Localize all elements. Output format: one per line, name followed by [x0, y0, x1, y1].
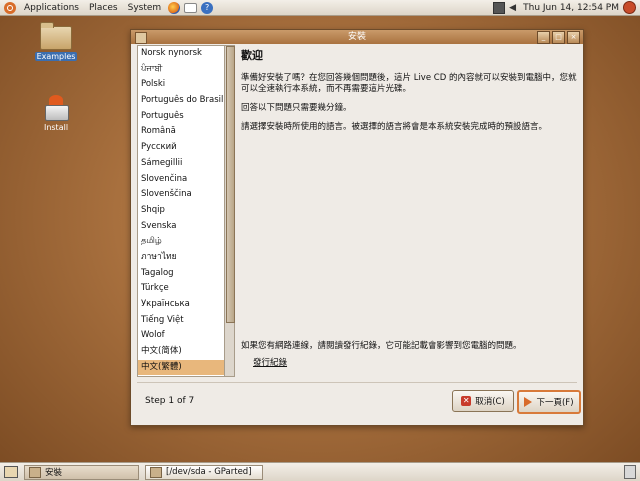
language-scrollbar[interactable]	[224, 45, 235, 377]
welcome-paragraph-2: 回答以下問題只需要幾分鐘。	[241, 103, 352, 113]
system-tray: ◀ Thu Jun 14, 12:54 PM	[493, 1, 640, 14]
volume-icon[interactable]: ◀	[509, 3, 519, 13]
window-menu-icon[interactable]	[135, 32, 147, 44]
language-item[interactable]: Română	[138, 124, 224, 140]
language-item[interactable]: Slovenčina	[138, 172, 224, 188]
desktop-icon-examples[interactable]: Examples	[34, 22, 78, 61]
language-item[interactable]: Українська	[138, 297, 224, 313]
taskbar-item-label: [/dev/sda - GParted]	[166, 467, 252, 477]
language-item[interactable]: Português	[138, 109, 224, 125]
page-title: 歡迎	[241, 49, 263, 62]
installer-window: 安裝 _ □ × Norsk nynorsk ਪੰਜਾਬੀ Polski Portug…	[130, 29, 584, 426]
trash-icon[interactable]	[624, 465, 636, 479]
bottom-panel: 安裝 [/dev/sda - GParted]	[0, 462, 640, 481]
forward-arrow-icon	[524, 397, 533, 407]
minimize-icon[interactable]: _	[537, 31, 550, 44]
close-icon[interactable]: ×	[567, 31, 580, 44]
network-note-text: 如果您有網路連線，請閱讀發行紀錄，它可能記載會影響到您電腦的問題。	[241, 341, 522, 351]
show-desktop-icon[interactable]	[4, 466, 18, 478]
menu-system[interactable]: System	[123, 3, 167, 13]
language-item[interactable]: தமிழ்	[138, 234, 224, 250]
language-item[interactable]: Polski	[138, 77, 224, 93]
next-button[interactable]: 下一頁(F)	[517, 390, 581, 414]
installer-content: Norsk nynorsk ਪੰਜਾਬੀ Polski Português do Br…	[137, 45, 577, 377]
language-item[interactable]: Norsk nynorsk	[138, 46, 224, 62]
taskbar-item-installer[interactable]: 安裝	[24, 464, 139, 480]
scrollbar-thumb[interactable]	[226, 46, 235, 323]
language-item[interactable]: Sámegillii	[138, 156, 224, 172]
cancel-button[interactable]: ✕ 取消(C)	[452, 390, 514, 412]
cancel-icon: ✕	[461, 396, 472, 406]
taskbar-item-label: 安裝	[45, 468, 63, 478]
window-title: 安裝	[347, 32, 366, 42]
network-icon[interactable]	[493, 1, 506, 14]
install-icon	[43, 95, 69, 121]
welcome-paragraph-3: 請選擇安裝時所使用的語言。被選擇的語言將會是本系統安裝完成時的預設語言。	[241, 122, 548, 132]
release-notes-link[interactable]: 發行紀錄	[253, 358, 287, 369]
language-list[interactable]: Norsk nynorsk ਪੰਜਾਬੀ Polski Português do Br…	[137, 45, 225, 377]
language-item[interactable]: Wolof	[138, 328, 224, 344]
step-indicator: Step 1 of 7	[145, 396, 195, 406]
language-item[interactable]: Português do Brasil	[138, 93, 224, 109]
language-item[interactable]: Shqip	[138, 203, 224, 219]
help-icon[interactable]: ?	[201, 1, 214, 14]
ubuntu-logo-icon[interactable]	[4, 1, 16, 14]
divider	[137, 382, 577, 383]
folder-icon	[40, 22, 72, 50]
next-button-label: 下一頁(F)	[536, 398, 574, 408]
language-item[interactable]: Русский	[138, 140, 224, 156]
taskbar-item-gparted[interactable]: [/dev/sda - GParted]	[145, 464, 263, 480]
window-titlebar[interactable]: 安裝 _ □ ×	[131, 30, 583, 44]
menu-places[interactable]: Places	[84, 3, 123, 13]
desktop-icon-install[interactable]: Install	[34, 95, 78, 132]
language-item[interactable]: 中文(繁體)	[138, 359, 224, 376]
language-item[interactable]: Svenska	[138, 219, 224, 235]
clock[interactable]: Thu Jun 14, 12:54 PM	[523, 3, 619, 13]
firefox-icon[interactable]	[168, 1, 181, 14]
language-item[interactable]: Tagalog	[138, 266, 224, 282]
gparted-task-icon	[150, 466, 162, 478]
cancel-button-label: 取消(C)	[475, 397, 505, 407]
network-note: 如果您有網路連線，請閱讀發行紀錄，它可能記載會影響到您電腦的問題。 發行紀錄	[241, 341, 577, 369]
menu-applications[interactable]: Applications	[19, 3, 84, 13]
desktop-icon-label: Install	[43, 123, 69, 132]
welcome-paragraph-1: 準備好安裝了嗎？在您回答幾個問題後，這片 Live CD 的內容就可以安裝到電腦…	[241, 73, 577, 94]
language-item[interactable]: 中文(简体)	[138, 344, 224, 360]
top-panel: Applications Places System ? ◀ Thu Jun 1…	[0, 0, 640, 16]
maximize-icon[interactable]: □	[552, 31, 565, 44]
welcome-panel: 歡迎 準備好安裝了嗎？在您回答幾個問題後，這片 Live CD 的內容就可以安裝…	[241, 45, 577, 375]
language-item[interactable]: Tiếng Việt	[138, 313, 224, 329]
mail-icon[interactable]	[184, 2, 198, 13]
language-item[interactable]: ਪੰਜਾਬੀ	[138, 62, 224, 78]
desktop-icon-label: Examples	[34, 52, 78, 61]
language-item[interactable]: Slovenščina	[138, 187, 224, 203]
language-item[interactable]: ภาษาไทย	[138, 250, 224, 266]
installer-task-icon	[29, 466, 41, 478]
language-item[interactable]: Türkçe	[138, 281, 224, 297]
window-controls: _ □ ×	[537, 31, 580, 44]
power-icon[interactable]	[623, 1, 636, 14]
